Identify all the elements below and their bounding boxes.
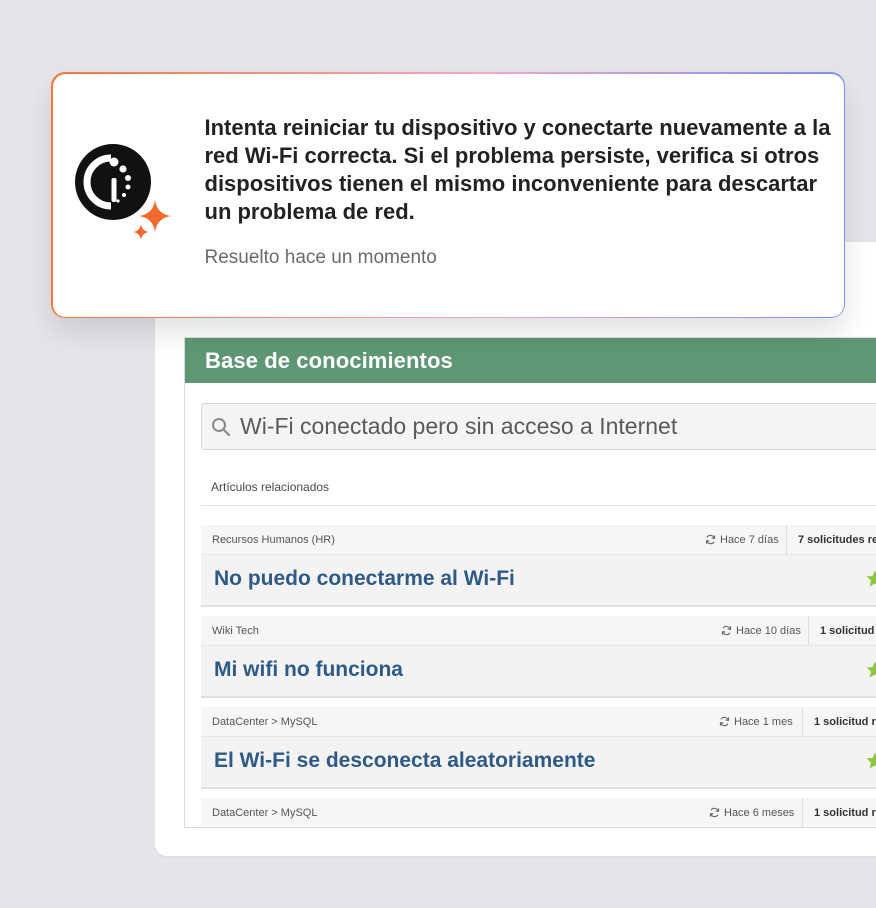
answer-card: Intenta reiniciar tu dispositivo y conec…: [51, 72, 845, 318]
article-meta: DataCenter > MySQL Hace 1 mes 1 solicitu…: [201, 707, 876, 737]
search-box[interactable]: [201, 403, 876, 450]
stage: Base de conocimientos Artículos relacion…: [0, 0, 876, 908]
search-input[interactable]: [240, 413, 840, 440]
knowledge-base-panel: Base de conocimientos Artículos relacion…: [184, 337, 876, 828]
meta-separator: [802, 798, 803, 827]
article-category: DataCenter > MySQL: [212, 806, 318, 819]
article-item[interactable]: DataCenter > MySQL Hace 6 meses 1 solici…: [201, 798, 876, 827]
star-icon[interactable]: [865, 569, 876, 589]
refresh-icon: [709, 807, 720, 818]
article-category: Wiki Tech: [212, 624, 259, 637]
article-request-count: 1 solicitud re: [814, 715, 876, 728]
article-meta: DataCenter > MySQL Hace 6 meses 1 solici…: [201, 798, 876, 827]
related-articles-label: Artículos relacionados: [211, 480, 330, 494]
article-time-text: Hace 1 mes: [734, 715, 793, 728]
star-icon[interactable]: [865, 751, 876, 771]
article-time-text: Hace 7 días: [720, 533, 779, 546]
article-item[interactable]: DataCenter > MySQL Hace 1 mes 1 solicitu…: [201, 707, 876, 789]
article-title[interactable]: Mi wifi no funciona: [214, 658, 403, 682]
refresh-icon: [719, 716, 730, 727]
refresh-icon: [705, 534, 716, 545]
article-request-count: 1 solicitud r: [820, 624, 876, 637]
article-time: Hace 6 meses: [709, 807, 794, 819]
meta-separator: [786, 525, 787, 555]
refresh-icon: [721, 625, 732, 636]
knowledge-base-header: Base de conocimientos: [185, 338, 876, 383]
answer-status: Resuelto hace un momento: [204, 246, 437, 268]
article-item[interactable]: Recursos Humanos (HR) Hace 7 días 7 soli…: [201, 525, 876, 607]
article-meta: Recursos Humanos (HR) Hace 7 días 7 soli…: [201, 525, 876, 555]
article-title[interactable]: El Wi-Fi se desconecta aleatoriamente: [214, 749, 595, 773]
assistant-logo-icon: [74, 143, 171, 240]
article-time: Hace 7 días: [705, 534, 779, 546]
article-time: Hace 1 mes: [719, 716, 793, 728]
article-time-text: Hace 10 días: [736, 624, 801, 637]
meta-separator: [802, 707, 803, 737]
article-category: Recursos Humanos (HR): [212, 533, 335, 546]
article-time-text: Hace 6 meses: [724, 806, 795, 819]
answer-text: Intenta reiniciar tu dispositivo y conec…: [204, 114, 831, 224]
article-title[interactable]: No puedo conectarme al Wi-Fi: [214, 567, 515, 591]
search-icon: [212, 417, 231, 436]
star-icon[interactable]: [865, 660, 876, 680]
divider: [201, 505, 876, 506]
article-request-count: 1 solicitud re: [814, 806, 876, 819]
meta-separator: [808, 616, 809, 646]
article-meta: Wiki Tech Hace 10 días 1 solicitud r: [201, 616, 876, 646]
answer-card-body: Intenta reiniciar tu dispositivo y conec…: [52, 73, 844, 317]
knowledge-base-title: Base de conocimientos: [205, 347, 453, 373]
article-time: Hace 10 días: [721, 625, 801, 637]
article-item[interactable]: Wiki Tech Hace 10 días 1 solicitud r Mi …: [201, 616, 876, 698]
article-request-count: 7 solicitudes res: [798, 533, 876, 546]
article-category: DataCenter > MySQL: [212, 715, 318, 728]
